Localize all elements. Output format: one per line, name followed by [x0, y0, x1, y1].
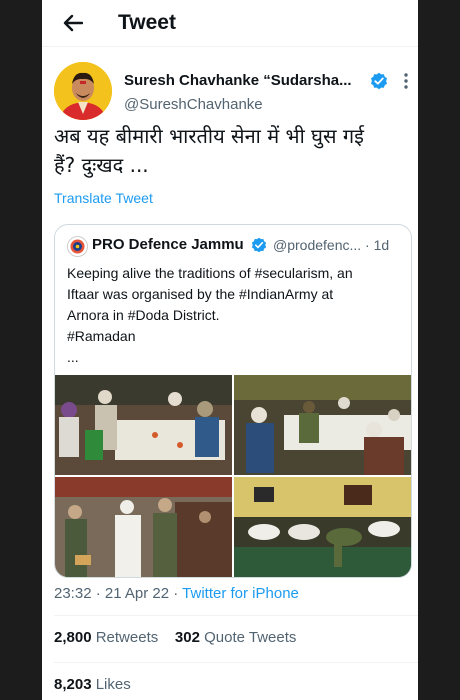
tweet-text-line-1: अब यह बीमारी भारतीय सेना में भी घुस गई	[54, 124, 364, 148]
quoted-text-line: ...	[67, 349, 79, 365]
header: Tweet	[42, 0, 418, 47]
quoted-text-line: Arnora in #Doda District.	[67, 307, 220, 323]
likes-count: 8,203	[54, 676, 92, 693]
divider	[54, 662, 418, 663]
author-name[interactable]: Suresh Chavhanke “Sudarsha...	[124, 72, 352, 89]
quoted-tweet-header: PRO Defence Jammu @prodefenc... · 1d	[67, 235, 403, 257]
quoted-text-line: #Ramadan	[67, 328, 136, 344]
quoted-age: · 1d	[365, 237, 390, 253]
quote-tweets-count: 302	[174, 629, 200, 646]
tweet-timestamp: 23:32 · 21 Apr 22 · Twitter for iPhone	[54, 585, 299, 602]
tweet-source-link[interactable]: Twitter for iPhone	[182, 585, 299, 602]
divider	[54, 615, 418, 616]
tweet-date[interactable]: 23:32 · 21 Apr 22 ·	[54, 585, 182, 602]
tweet-page: Tweet Suresh Chavhanke “Sudarsha... @Sur…	[42, 0, 418, 700]
quoted-text: Keeping alive the traditions of #secular…	[67, 263, 403, 368]
translate-tweet-link[interactable]: Translate Tweet	[54, 190, 153, 206]
quoted-author-handle: @prodefenc... · 1d	[273, 237, 389, 253]
quoted-handle-text: @prodefenc...	[273, 237, 362, 253]
tweet-text-line-2: हैं? दुःखद ...	[54, 153, 149, 177]
verified-badge-icon	[251, 237, 267, 253]
media-photo-4[interactable]	[234, 477, 411, 577]
verified-badge-icon	[371, 72, 387, 90]
photo-frame-left	[0, 0, 42, 700]
retweet-stats: 2,800 Retweets 302 Quote Tweets	[54, 629, 296, 646]
quoted-tweet[interactable]: PRO Defence Jammu @prodefenc... · 1d Kee…	[54, 224, 412, 578]
quoted-author-name: PRO Defence Jammu	[92, 236, 244, 253]
media-photo-3[interactable]	[55, 477, 232, 577]
back-button[interactable]	[62, 12, 84, 34]
media-grid	[55, 375, 411, 577]
quoted-text-line: Keeping alive the traditions of #secular…	[67, 265, 353, 281]
author-handle[interactable]: @SureshChavhanke	[124, 96, 263, 113]
quote-tweets-link[interactable]: 302 Quote Tweets	[175, 629, 296, 646]
photo-frame-right	[418, 0, 460, 700]
page-title: Tweet	[118, 11, 176, 34]
retweets-label: Retweets	[95, 629, 159, 646]
likes-label: Likes	[95, 676, 131, 693]
more-icon[interactable]	[396, 71, 416, 91]
quoted-avatar	[67, 236, 88, 257]
media-photo-1[interactable]	[55, 375, 232, 475]
quote-tweets-label: Quote Tweets	[204, 629, 297, 646]
retweets-link[interactable]: 2,800 Retweets	[54, 629, 158, 646]
likes-stats[interactable]: 8,203 Likes	[54, 676, 131, 693]
tweet-text: अब यह बीमारी भारतीय सेना में भी घुस गई ह…	[54, 122, 404, 180]
avatar[interactable]	[54, 62, 112, 120]
media-photo-2[interactable]	[234, 375, 411, 475]
author-row: Suresh Chavhanke “Sudarsha... @SureshCha…	[54, 62, 408, 126]
back-arrow-icon	[63, 14, 83, 32]
quoted-text-line: Iftaar was organised by the #IndianArmy …	[67, 286, 334, 302]
retweets-count: 2,800	[54, 629, 92, 646]
